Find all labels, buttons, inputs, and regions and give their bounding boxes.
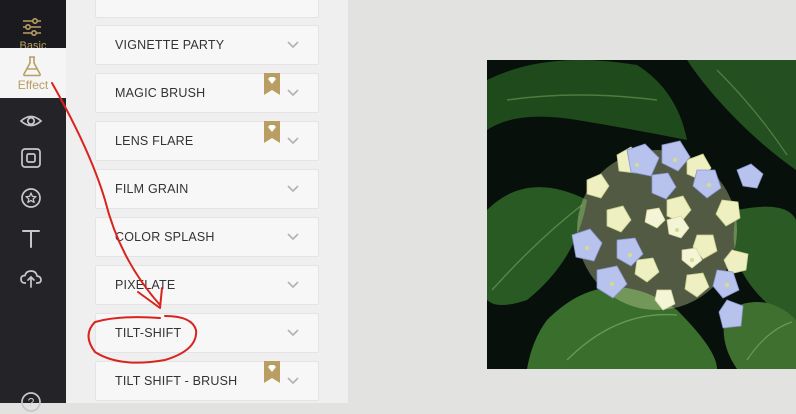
effect-item-film-grain[interactable]: FILM GRAIN [95, 169, 319, 209]
tab-effect-label: Effect [17, 78, 49, 92]
effect-item-color-splash[interactable]: COLOR SPLASH [95, 217, 319, 257]
sidebar-rail: Basic Effect ? [0, 0, 66, 412]
chevron-down-icon [287, 185, 299, 193]
effect-item-lens-flare[interactable]: LENS FLARE [95, 121, 319, 161]
chevron-down-icon [287, 41, 299, 49]
chevron-down-icon [287, 281, 299, 289]
flask-icon [23, 56, 41, 77]
effect-item-tilt-shift-brush[interactable]: TILT SHIFT - BRUSH [95, 361, 319, 401]
effect-label: TILT-SHIFT [115, 326, 182, 340]
chevron-down-icon [287, 329, 299, 337]
chevron-down-icon [287, 137, 299, 145]
effect-label: PIXELATE [115, 278, 176, 292]
effect-label: VIGNETTE PARTY [115, 38, 225, 52]
chevron-down-icon [287, 233, 299, 241]
effect-label: FILM GRAIN [115, 182, 189, 196]
effect-label: TILT SHIFT - BRUSH [115, 374, 238, 388]
premium-diamond-icon [264, 361, 280, 383]
effect-label: LENS FLARE [115, 134, 194, 148]
chevron-down-icon [287, 377, 299, 385]
chevron-down-icon [287, 89, 299, 97]
tab-effect[interactable]: Effect [0, 48, 66, 98]
effects-panel: VIGNETTE PARTY MAGIC BRUSH LENS FLARE FI… [66, 0, 348, 403]
sticker-icon[interactable] [19, 186, 43, 210]
canvas-photo[interactable] [487, 60, 796, 369]
premium-diamond-icon [264, 73, 280, 95]
cloud-upload-icon[interactable] [19, 266, 43, 290]
effect-label: MAGIC BRUSH [115, 86, 206, 100]
effect-item-above[interactable] [95, 0, 319, 18]
effect-item-tilt-shift[interactable]: TILT-SHIFT [95, 313, 319, 353]
sliders-icon [23, 17, 41, 37]
effect-label: COLOR SPLASH [115, 230, 215, 244]
hydrangea-image [487, 60, 796, 369]
effect-item-magic-brush[interactable]: MAGIC BRUSH [95, 73, 319, 113]
help-icon[interactable]: ? [19, 390, 43, 414]
effect-item-vignette-party[interactable]: VIGNETTE PARTY [95, 25, 319, 65]
frame-icon[interactable] [19, 146, 43, 170]
tab-basic[interactable]: Basic [0, 0, 66, 52]
effect-item-pixelate[interactable]: PIXELATE [95, 265, 319, 305]
eye-icon[interactable] [19, 109, 43, 133]
text-icon[interactable] [19, 226, 43, 250]
premium-diamond-icon [264, 121, 280, 143]
